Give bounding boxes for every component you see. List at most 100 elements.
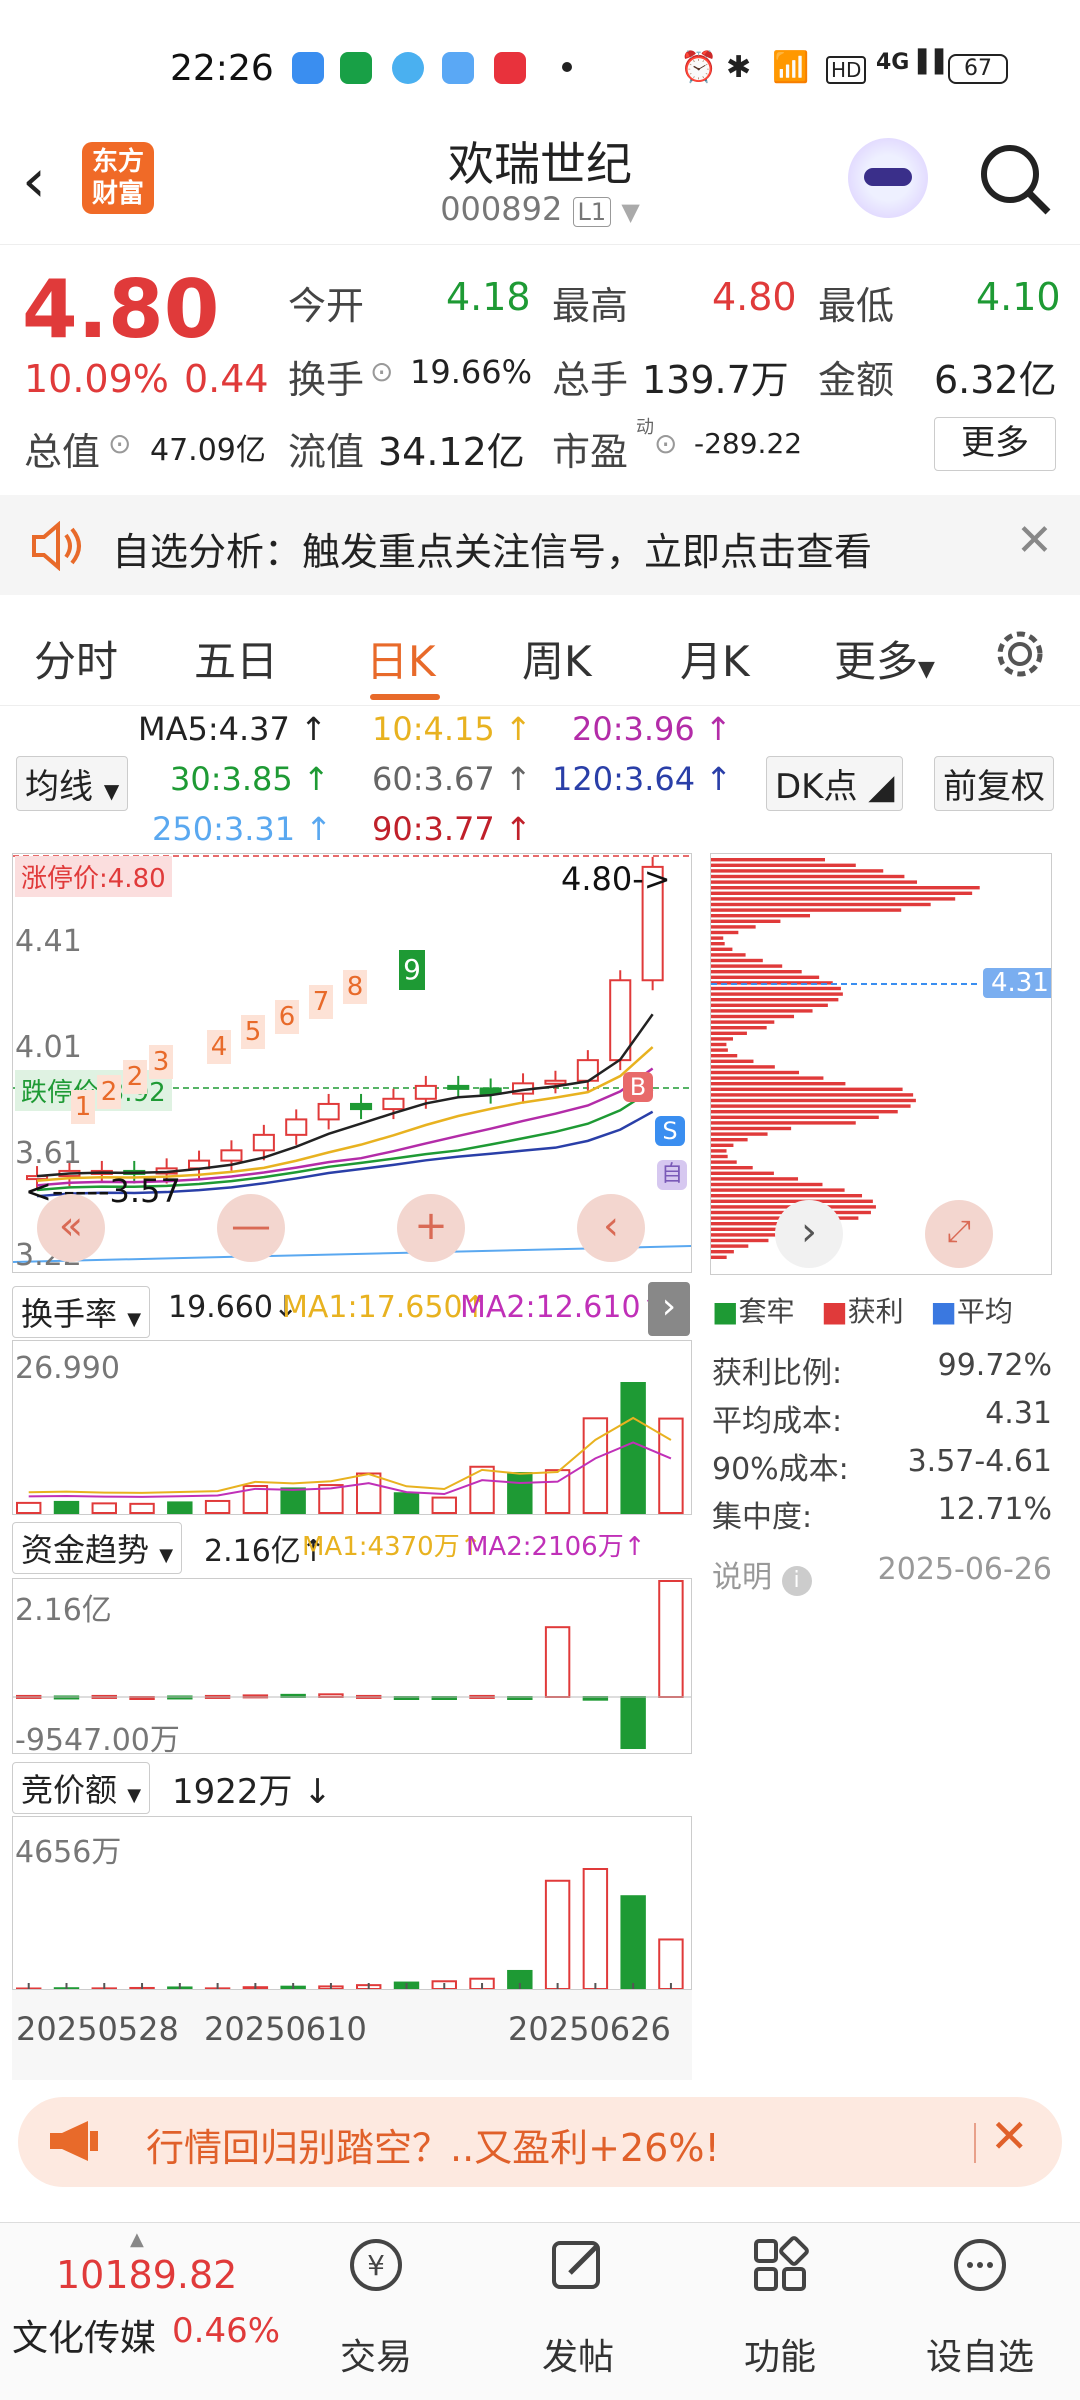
auction-panel[interactable]: 4656万 xyxy=(12,1816,692,1990)
tab-five-day[interactable]: 五日 xyxy=(194,628,278,689)
tab-intraday[interactable]: 分时 xyxy=(34,628,118,689)
more-button[interactable]: 更多 xyxy=(934,417,1056,471)
kline-chart[interactable]: 涨停价:4.80 跌停价:3.92 4.41 4.01 3.61 3.22 4.… xyxy=(12,853,692,1273)
chevron-right-icon[interactable]: › xyxy=(648,1282,690,1336)
wifi-icon: 📶 xyxy=(772,50,810,85)
close-icon[interactable]: ✕ xyxy=(990,2109,1029,2163)
turnover-bar xyxy=(658,1417,684,1514)
candle xyxy=(252,1133,275,1152)
index-value[interactable]: 10189.82 xyxy=(56,2253,237,2297)
mktcap-value: 47.09亿 xyxy=(150,433,266,468)
chip-bar xyxy=(711,942,725,946)
ma-selector[interactable]: 均线 ▼ xyxy=(16,756,129,811)
expand-button[interactable]: ⤢ xyxy=(925,1200,993,1268)
index-pct[interactable]: 0.46% xyxy=(172,2311,280,2351)
chip-bar xyxy=(711,930,739,935)
tab-monthly-k[interactable]: 月K xyxy=(680,628,750,689)
pe-sup: 动 xyxy=(636,417,654,438)
adjust-button[interactable]: 前复权 xyxy=(934,756,1054,811)
info-icon[interactable]: ⊙ xyxy=(654,427,677,460)
promo-banner[interactable]: 行情回归别踏空？..又盈利+26%! ✕ xyxy=(18,2097,1062,2187)
dk-point-button[interactable]: DK点 ◢ xyxy=(766,756,904,811)
candle xyxy=(317,1102,340,1121)
turnover-value: 19.66% xyxy=(410,353,533,391)
chip-distribution[interactable]: 4.31 › ⤢ xyxy=(710,853,1052,1275)
cost90-row: 90%成本: 3.57-4.61 xyxy=(712,1444,1052,1487)
chip-bar xyxy=(711,1026,767,1030)
index-name[interactable]: 文化传媒 xyxy=(12,2309,156,2361)
green-square-icon: ■ xyxy=(712,1295,739,1328)
chevron-up-icon[interactable]: ▲ xyxy=(130,2229,144,2250)
high-label: 最高 xyxy=(552,284,629,328)
robot-assistant-icon[interactable] xyxy=(848,138,928,218)
y-tick: 4.01 xyxy=(15,1030,82,1065)
prev-button[interactable]: ‹ xyxy=(577,1194,645,1262)
chip-bar xyxy=(711,1188,845,1192)
tab-more[interactable]: 更多▼ xyxy=(834,628,935,689)
info-icon[interactable]: ⊙ xyxy=(108,427,131,460)
edit-icon xyxy=(552,2241,600,2289)
chip-bar xyxy=(711,1110,898,1114)
chip-bar xyxy=(711,970,802,974)
turnover-bar xyxy=(204,1499,231,1514)
indicator-selector-funds[interactable]: 资金趋势 ▼ xyxy=(12,1522,183,1574)
concentration-row: 集中度: 12.71% xyxy=(712,1492,1052,1535)
buy-marker[interactable]: B xyxy=(623,1072,653,1102)
chevron-down-icon: ▼ xyxy=(159,1545,174,1566)
date-label: 20250610 xyxy=(204,2010,367,2048)
candle xyxy=(414,1084,437,1100)
tab-daily-k[interactable]: 日K xyxy=(366,628,436,689)
battery-icon: 67 xyxy=(948,54,1008,84)
chip-bar xyxy=(711,975,820,979)
candle xyxy=(350,1102,373,1111)
turnover-ma2: MA2:12.610↑ xyxy=(460,1290,666,1325)
y-tick: 4.41 xyxy=(15,924,82,959)
chip-bar xyxy=(711,947,733,951)
speaker-icon xyxy=(32,521,81,571)
gear-icon[interactable] xyxy=(992,626,1048,682)
auction-bar xyxy=(658,1938,684,1989)
header: ‹ 东方 财富 欢瑞世纪 000892 L1 ▼ xyxy=(0,120,1080,245)
zoom-out-button[interactable]: — xyxy=(217,1194,285,1262)
float-label: 流值 xyxy=(288,430,365,474)
note-row[interactable]: 说明 i 2025-06-26 xyxy=(712,1552,1052,1596)
rewind-button[interactable]: « xyxy=(37,1194,105,1262)
funds-min: -9547.00万 xyxy=(15,1723,180,1754)
open-value: 4.18 xyxy=(446,275,531,319)
high-value: 4.80 xyxy=(712,275,797,319)
chip-bar xyxy=(711,953,746,957)
sell-marker[interactable]: S xyxy=(655,1116,685,1146)
grid-icon xyxy=(754,2236,809,2291)
megaphone-icon xyxy=(50,2121,98,2161)
ma30-legend: 30:3.85 ↑ xyxy=(170,760,330,798)
turnover-panel[interactable]: 26.990 xyxy=(12,1340,692,1515)
turnover-bar xyxy=(507,1472,533,1514)
count-label: 5 xyxy=(241,1015,265,1049)
next-button[interactable]: › xyxy=(775,1200,843,1268)
chip-bar xyxy=(711,998,839,1002)
turnover-bar xyxy=(167,1501,193,1514)
funds-panel[interactable]: 2.16亿 -9547.00万 xyxy=(12,1578,692,1754)
zoom-in-button[interactable]: + xyxy=(397,1194,465,1262)
search-icon[interactable] xyxy=(978,142,1052,216)
app-icon xyxy=(340,52,372,84)
change-pct: 10.09% xyxy=(24,357,169,401)
watch-marker[interactable]: 自 xyxy=(657,1160,687,1190)
chip-bar xyxy=(711,1238,769,1243)
count-label: 3 xyxy=(149,1045,173,1079)
chip-bar xyxy=(711,858,825,862)
indicator-selector-auction[interactable]: 竞价额 ▼ xyxy=(12,1762,151,1814)
close-icon[interactable]: ✕ xyxy=(1016,515,1053,566)
count-label: 4 xyxy=(207,1030,231,1064)
quote-panel: 4.80 10.09% 0.44 今开 4.18 最高 4.80 最低 4.10… xyxy=(0,245,1080,495)
chip-bar xyxy=(711,1143,734,1147)
funds-ma1: MA1:4370万↑ xyxy=(302,1532,482,1562)
turnover-label: 换手 xyxy=(288,358,365,402)
chip-bar xyxy=(711,1054,738,1058)
indicator-selector-turnover[interactable]: 换手率 ▼ xyxy=(12,1286,151,1338)
chevron-right-icon: › xyxy=(801,1209,817,1255)
info-icon[interactable]: ⊙ xyxy=(370,355,393,388)
tab-weekly-k[interactable]: 周K xyxy=(522,628,592,689)
chip-bar xyxy=(711,1255,727,1259)
analysis-banner[interactable]: 自选分析：触发重点关注信号，立即点击查看 ✕ xyxy=(0,495,1080,595)
